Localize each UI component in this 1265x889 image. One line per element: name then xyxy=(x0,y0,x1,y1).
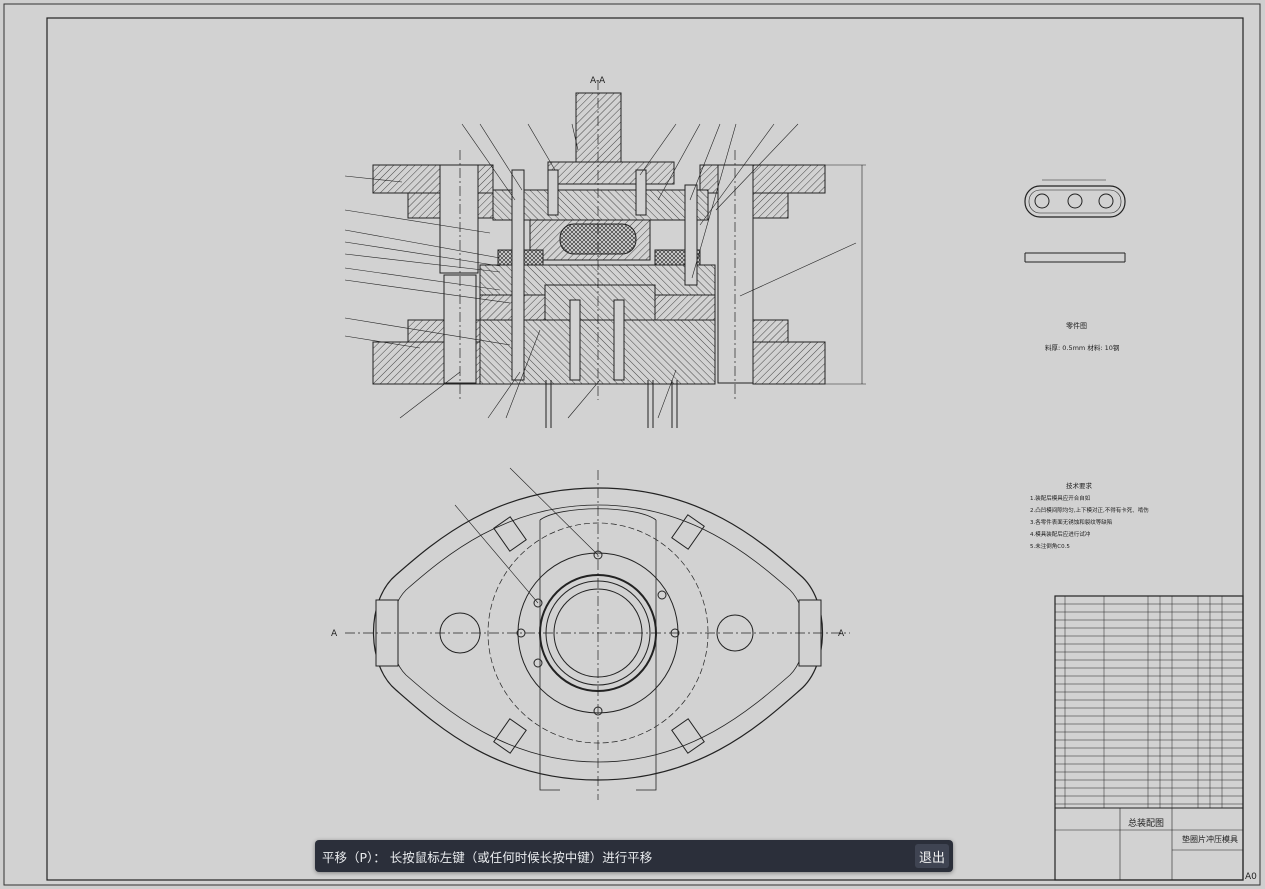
part-view-title: 零件图 xyxy=(1066,321,1087,330)
sheet-outer-frame xyxy=(3,3,1261,886)
part-view-material: 料厚: 0.5mm 材料: 10钢 xyxy=(1045,343,1120,352)
paper-size-label: A0 xyxy=(1245,872,1257,882)
tech-req-line: 5.未注倒角C0.5 xyxy=(1030,542,1070,550)
title-block-product-name: 垫圈片冲压模具 xyxy=(1182,834,1238,844)
tech-req-line: 4.模具装配后应进行试冲 xyxy=(1030,530,1091,538)
pan-mode-message: 平移（P）： 长按鼠标左键（或任何时候长按中键）进行平移 xyxy=(322,849,653,865)
section-marker-right: A xyxy=(838,629,845,639)
section-marker-left: A xyxy=(331,629,338,639)
pan-mode-toast: 平移（P）： 长按鼠标左键（或任何时候长按中键）进行平移 退出 xyxy=(315,840,953,872)
tech-req-line: 3.各零件表面无锈蚀和裂纹等缺陷 xyxy=(1030,518,1112,526)
tech-req-line: 1.装配后模具应开合自如 xyxy=(1030,494,1091,502)
tech-req-title: 技术要求 xyxy=(1066,481,1093,490)
tech-req-line: 2.凸凹模间隙均匀,上下模对正,不得有卡死、啃伤 xyxy=(1030,506,1149,514)
exit-button[interactable]: 退出 xyxy=(915,844,949,868)
title-block-drawing-name: 总装配图 xyxy=(1128,817,1164,829)
cad-drawing-canvas[interactable]: A-A A A 零件图 料厚: 0.5mm 材料: 10钢 技术要求 1.装配后… xyxy=(0,0,1265,889)
